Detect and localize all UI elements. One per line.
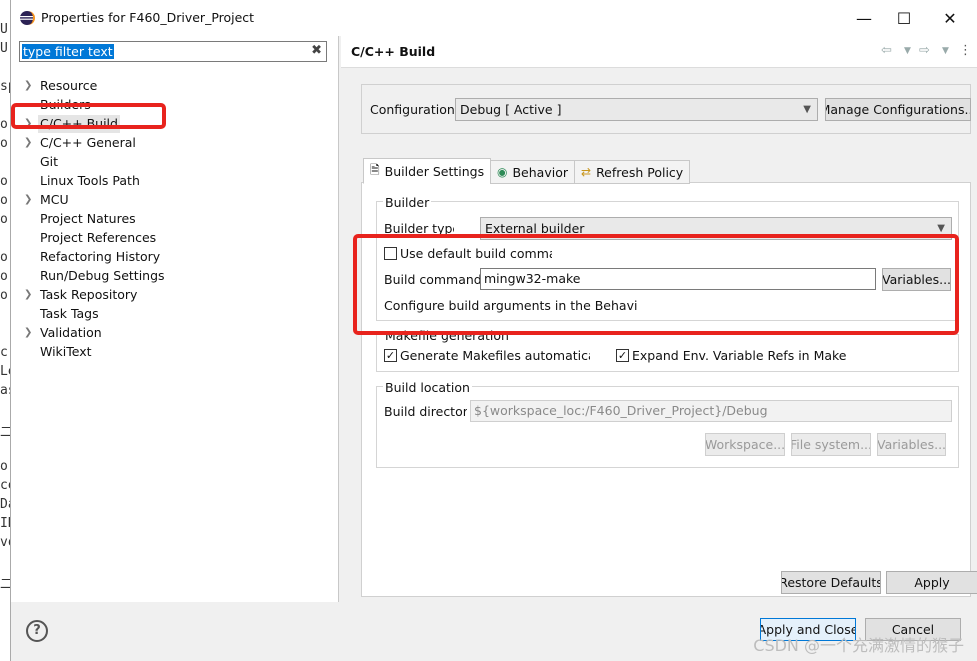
expand-env-refs-checkbox[interactable]: ✓ — [616, 349, 629, 362]
page-header: C/C++ Build ⇦ ▼ ⇨ ▼ ⋮ — [341, 36, 977, 68]
refresh-icon: ⇄ — [581, 165, 592, 179]
manage-configurations-button[interactable]: Manage Configurations... — [825, 98, 971, 121]
expand-chevron-icon[interactable]: ❯ — [24, 134, 34, 152]
tab-refresh-policy[interactable]: ⇄ Refresh Policy — [574, 160, 691, 184]
expand-chevron-icon[interactable]: ❯ — [24, 191, 34, 209]
build-directory-label: Build director — [384, 404, 467, 419]
tab-label: Refresh Policy — [596, 164, 684, 180]
configuration-panel: Configuration Debug [ Active ] ▼ Manage … — [361, 84, 971, 134]
tree-item-task-repository[interactable]: Task Repository — [40, 286, 137, 304]
expand-chevron-icon[interactable]: ❯ — [24, 324, 34, 342]
chevron-down-icon: ▼ — [803, 104, 811, 115]
tab-label: Behavior — [512, 164, 568, 180]
title-bar: Properties for F460_Driver_Project — ☐ ✕ — [11, 0, 977, 36]
background-code-fragment: U — [0, 22, 8, 37]
background-code-fragment: o — [0, 117, 8, 132]
generate-makefiles-checkbox[interactable]: ✓ — [384, 349, 397, 362]
forward-menu-icon[interactable]: ▼ — [942, 46, 949, 56]
tree-item-refactoring-history[interactable]: Refactoring History — [40, 248, 160, 266]
dialog-footer: ? Apply and Close Cancel CSDN @一个充满激情的猴子 — [11, 602, 977, 661]
background-code-fragment: ce — [0, 478, 10, 493]
file-system-button[interactable]: File system... — [791, 433, 871, 456]
tree-item-project-references[interactable]: Project References — [40, 229, 156, 247]
background-code-fragment: o — [0, 174, 8, 189]
tree-item-c-c-general[interactable]: C/C++ General — [40, 134, 136, 152]
close-icon: ✕ — [943, 8, 957, 28]
highlight-box-tree — [11, 103, 166, 129]
background-code-fragment: Le — [0, 364, 10, 379]
background-code-fragment: U — [0, 41, 8, 56]
background-code-fragment: o — [0, 250, 8, 265]
location-variables-button[interactable]: Variables... — [877, 433, 946, 456]
expand-chevron-icon[interactable]: ❯ — [24, 77, 34, 95]
expand-chevron-icon[interactable]: ❯ — [24, 286, 34, 304]
build-location-group-label: Build location — [383, 380, 472, 396]
configuration-label: Configuration — [370, 102, 455, 117]
apply-button[interactable]: Apply — [886, 571, 977, 594]
background-code-fragment: o — [0, 269, 8, 284]
csdn-watermark: CSDN @一个充满激情的猴子 — [753, 636, 964, 655]
minimize-icon: — — [856, 8, 872, 28]
tree-item-validation[interactable]: Validation — [40, 324, 102, 342]
background-code-fragment: Da — [0, 497, 10, 512]
eclipse-icon — [20, 11, 35, 25]
back-arrow-icon[interactable]: ⇦ — [881, 43, 892, 58]
generate-makefiles-label: Generate Makefiles automaticall — [400, 348, 590, 363]
tree-item-project-natures[interactable]: Project Natures — [40, 210, 136, 228]
tree-item-mcu[interactable]: MCU — [40, 191, 69, 209]
background-code-fragment: sp — [0, 79, 10, 94]
background-code-fragment: IN — [0, 516, 10, 531]
configuration-select[interactable]: Debug [ Active ] ▼ — [455, 98, 818, 121]
help-icon[interactable]: ? — [26, 620, 48, 642]
tree-item-resource[interactable]: Resource — [40, 77, 97, 95]
background-code-fragment: o — [0, 288, 8, 303]
filter-input[interactable]: type filter text ✖ — [19, 41, 327, 62]
background-code-fragment: o — [0, 459, 8, 474]
background-code-fragment: vo — [0, 535, 10, 550]
tree-item-run-debug-settings[interactable]: Run/Debug Settings — [40, 267, 165, 285]
forward-arrow-icon[interactable]: ⇨ — [919, 43, 930, 58]
highlight-box-builder — [353, 234, 959, 335]
makefile-group: Makefile generation ✓ Generate Makefiles… — [376, 328, 959, 372]
back-menu-icon[interactable]: ▼ — [904, 46, 911, 56]
maximize-button[interactable]: ☐ — [881, 4, 927, 32]
close-button[interactable]: ✕ — [927, 4, 973, 32]
tab-label: Builder Settings — [384, 163, 485, 179]
tab-behavior[interactable]: ◉ Behavior — [490, 160, 575, 184]
restore-defaults-button[interactable]: Restore Defaults — [781, 571, 881, 594]
tree-item-task-tags[interactable]: Task Tags — [40, 305, 99, 323]
window-title: Properties for F460_Driver_Project — [41, 10, 255, 25]
tree-item-linux-tools-path[interactable]: Linux Tools Path — [40, 172, 140, 190]
background-code-fragment: as — [0, 383, 10, 398]
builder-group-label: Builder — [383, 195, 432, 211]
view-menu-icon[interactable]: ⋮ — [959, 43, 972, 58]
background-editor-strip: UUspoooooooocLeas二oceDaINvo二 — [0, 0, 10, 661]
clear-filter-icon[interactable]: ✖ — [311, 43, 322, 58]
workspace-button[interactable]: Workspace... — [705, 433, 785, 456]
background-code-fragment: o — [0, 212, 8, 227]
background-code-fragment: o — [0, 136, 8, 151]
maximize-icon: ☐ — [896, 8, 912, 28]
properties-dialog: Properties for F460_Driver_Project — ☐ ✕… — [10, 0, 977, 661]
configuration-value: Debug [ Active ] — [460, 102, 562, 117]
expand-env-refs-label: Expand Env. Variable Refs in Makefil — [632, 348, 846, 363]
background-code-fragment: 二 — [0, 577, 10, 592]
filter-text: type filter text — [22, 44, 114, 59]
background-code-fragment: o — [0, 193, 8, 208]
page-title: C/C++ Build — [351, 44, 436, 59]
document-icon: 🗎 — [370, 162, 380, 177]
tree-item-wikitext[interactable]: WikiText — [40, 343, 92, 361]
radio-icon: ◉ — [497, 165, 508, 179]
tree-item-git[interactable]: Git — [40, 153, 58, 171]
background-code-fragment: 二 — [0, 425, 10, 440]
build-directory-input[interactable]: ${workspace_loc:/F460_Driver_Project}/De… — [470, 400, 952, 422]
tab-builder-settings[interactable]: 🗎 Builder Settings — [363, 158, 492, 184]
build-location-group: Build location Build director ${workspac… — [376, 380, 959, 468]
background-code-fragment: c — [0, 345, 8, 360]
